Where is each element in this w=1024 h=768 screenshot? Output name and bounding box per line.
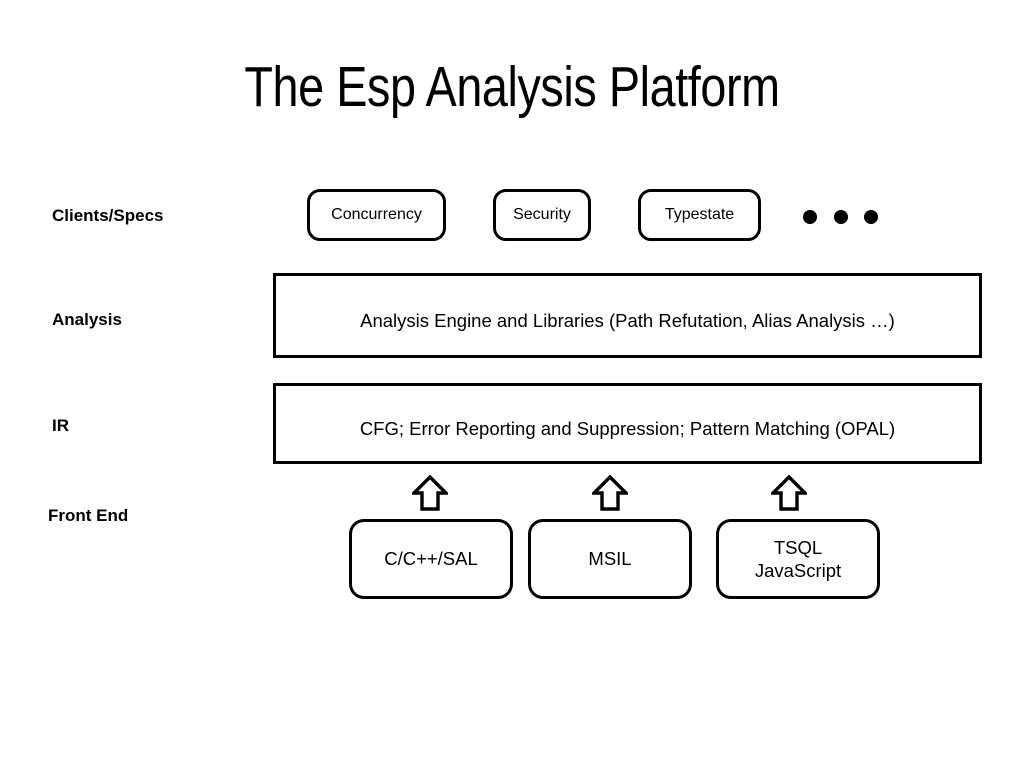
up-arrow-icon-tsql xyxy=(771,475,807,512)
frontend-box-tsql-javascript[interactable]: TSQL JavaScript xyxy=(716,519,880,599)
client-box-concurrency[interactable]: Concurrency xyxy=(307,189,446,241)
slide-canvas: The Esp Analysis Platform Clients/Specs … xyxy=(0,0,1024,768)
ellipsis-dot-2 xyxy=(833,209,848,224)
row-label-clients-specs: Clients/Specs xyxy=(52,206,164,225)
up-arrow-icon-msil xyxy=(592,475,628,512)
ellipsis-dots-icon xyxy=(803,209,878,224)
client-box-security[interactable]: Security xyxy=(493,189,591,241)
ellipsis-dot-1 xyxy=(803,209,817,224)
up-arrow-icon-cpp xyxy=(412,475,448,512)
row-label-analysis: Analysis xyxy=(52,310,122,329)
frontend-box-c-cpp-sal[interactable]: C/C++/SAL xyxy=(349,519,513,599)
ir-band[interactable]: CFG; Error Reporting and Suppression; Pa… xyxy=(273,383,982,464)
ellipsis-dot-3 xyxy=(864,209,878,224)
row-label-ir: IR xyxy=(52,416,69,435)
page-title: The Esp Analysis Platform xyxy=(244,55,780,119)
row-label-front-end: Front End xyxy=(48,506,129,525)
analysis-engine-band-label: Analysis Engine and Libraries (Path Refu… xyxy=(360,310,895,331)
frontend-box-msil[interactable]: MSIL xyxy=(528,519,692,599)
analysis-engine-band[interactable]: Analysis Engine and Libraries (Path Refu… xyxy=(273,273,982,358)
client-box-typestate[interactable]: Typestate xyxy=(638,189,761,241)
ir-band-label: CFG; Error Reporting and Suppression; Pa… xyxy=(359,418,896,439)
